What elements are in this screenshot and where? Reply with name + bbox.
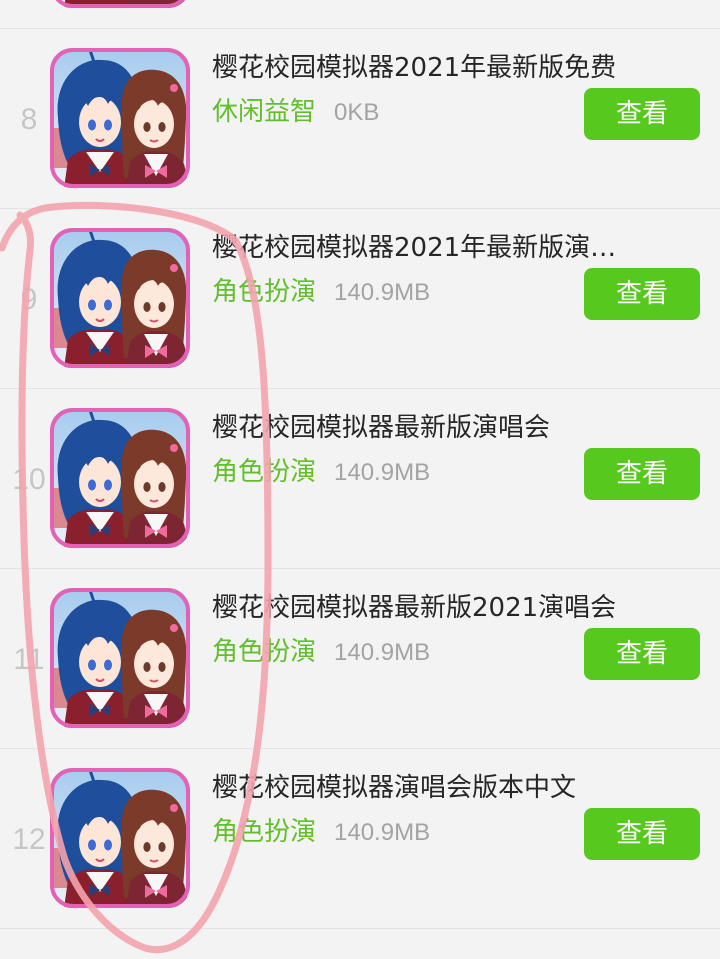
- app-list: 8 樱花校园模拟器2021年最新版免费 休闲益智 0KB 查看 9 樱花校园模拟器…: [0, 28, 720, 929]
- app-category: 角色扮演: [212, 277, 317, 307]
- app-size: 140.9MB: [334, 819, 431, 846]
- app-title: 樱花校园模拟器演唱会版本中文: [212, 773, 577, 803]
- app-icon: [50, 768, 190, 908]
- view-button[interactable]: 查看: [584, 448, 700, 500]
- app-category: 角色扮演: [212, 457, 317, 487]
- app-title: 樱花校园模拟器最新版2021演唱会: [212, 593, 617, 623]
- view-button[interactable]: 查看: [584, 88, 700, 140]
- list-item[interactable]: 10 樱花校园模拟器最新版演唱会 角色扮演 140.9MB 查看: [0, 388, 720, 568]
- app-icon: [50, 228, 190, 368]
- row-divider: [0, 388, 720, 389]
- row-divider: [0, 568, 720, 569]
- app-meta: 角色扮演 140.9MB: [212, 274, 572, 310]
- row-divider: [0, 28, 720, 29]
- app-title: 樱花校园模拟器2021年最新版免费: [212, 53, 617, 83]
- app-icon: [50, 588, 190, 728]
- list-item[interactable]: 12 樱花校园模拟器演唱会版本中文 角色扮演 140.9MB 查看: [0, 748, 720, 929]
- app-title: 樱花校园模拟器最新版演唱会: [212, 413, 551, 443]
- view-button[interactable]: 查看: [584, 808, 700, 860]
- app-category: 角色扮演: [212, 817, 317, 847]
- app-icon: [50, 48, 190, 188]
- app-size: 140.9MB: [334, 459, 431, 486]
- app-meta: 角色扮演 140.9MB: [212, 814, 572, 850]
- list-item[interactable]: 9 樱花校园模拟器2021年最新版演… 角色扮演 140.9MB 查看: [0, 208, 720, 388]
- app-meta: 休闲益智 0KB: [212, 94, 572, 130]
- app-title: 樱花校园模拟器2021年最新版演…: [212, 233, 617, 263]
- app-category: 休闲益智: [212, 97, 317, 127]
- view-button[interactable]: 查看: [584, 628, 700, 680]
- app-size: 140.9MB: [334, 639, 431, 666]
- app-size: 0KB: [334, 99, 380, 126]
- row-divider: [0, 208, 720, 209]
- app-meta: 角色扮演 140.9MB: [212, 634, 572, 670]
- app-icon: [50, 408, 190, 548]
- view-button[interactable]: 查看: [584, 268, 700, 320]
- list-item[interactable]: 8 樱花校园模拟器2021年最新版免费 休闲益智 0KB 查看: [0, 28, 720, 208]
- list-item[interactable]: 11 樱花校园模拟器最新版2021演唱会 角色扮演 140.9MB 查看: [0, 568, 720, 748]
- app-meta: 角色扮演 140.9MB: [212, 454, 572, 490]
- app-size: 140.9MB: [334, 279, 431, 306]
- app-category: 角色扮演: [212, 637, 317, 667]
- row-divider: [0, 748, 720, 749]
- app-icon: [50, 0, 190, 8]
- row-divider: [0, 928, 720, 929]
